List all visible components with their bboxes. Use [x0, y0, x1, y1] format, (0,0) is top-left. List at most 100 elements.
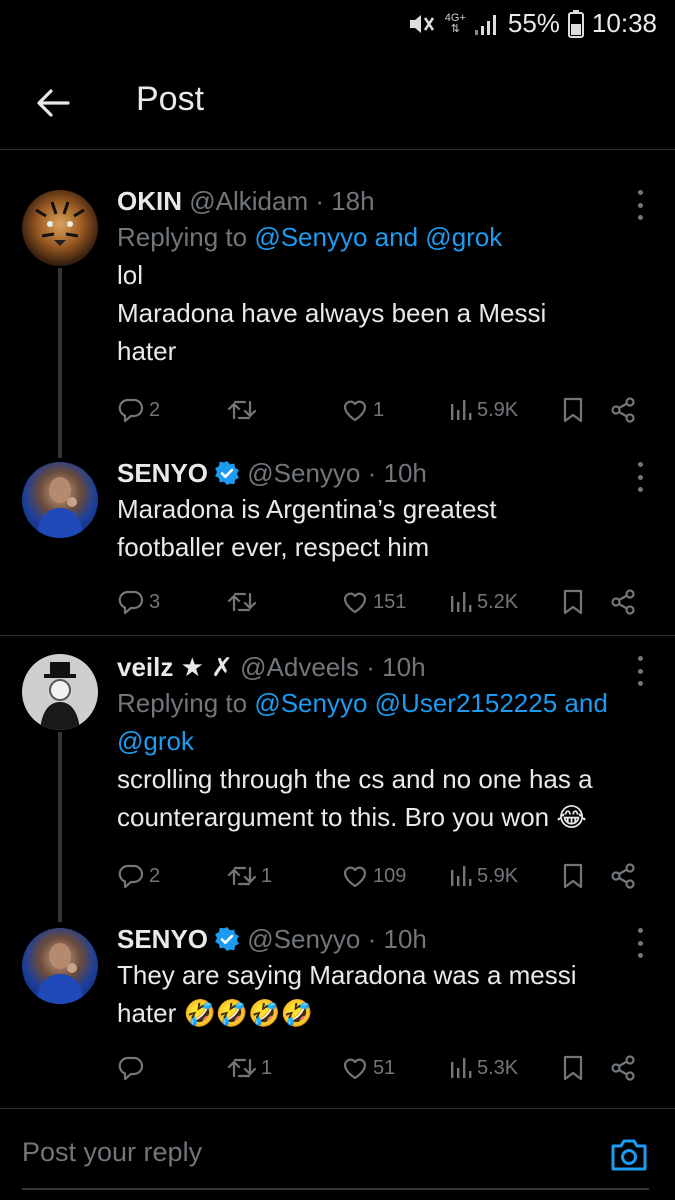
replying-to: Replying to @Senyyo @User2152225 and @gr…: [117, 688, 608, 756]
bookmark-icon: [561, 396, 585, 424]
like-button[interactable]: 51: [341, 1050, 395, 1086]
share-icon: [609, 396, 637, 424]
share-button[interactable]: [609, 858, 637, 894]
views-icon: [449, 588, 473, 616]
repost-icon: [227, 862, 257, 890]
like-icon: [341, 396, 369, 424]
user-handle[interactable]: @Alkidam: [189, 186, 308, 216]
display-name[interactable]: SENYO: [117, 924, 208, 954]
repost-icon: [227, 396, 257, 424]
reply-button[interactable]: [117, 1050, 149, 1086]
back-button[interactable]: [30, 80, 76, 126]
bookmark-button[interactable]: [561, 584, 585, 620]
camera-icon: [611, 1139, 647, 1171]
user-handle[interactable]: @Senyyo: [247, 924, 360, 954]
footballer-avatar-image: [36, 477, 84, 538]
reply-icon: [117, 588, 145, 616]
share-button[interactable]: [609, 392, 637, 428]
input-underline: [22, 1188, 649, 1190]
share-icon: [609, 1054, 637, 1082]
top-app-bar: Post: [0, 60, 675, 150]
timestamp: · 10h: [367, 924, 427, 954]
back-arrow-icon: [37, 89, 70, 117]
reply-input[interactable]: Post your reply: [22, 1137, 202, 1168]
display-name[interactable]: veilz ★ ✗: [117, 652, 233, 682]
share-button[interactable]: [609, 584, 637, 620]
page-title: Post: [136, 80, 205, 118]
bookmark-icon: [561, 862, 585, 890]
user-handle[interactable]: @Senyyo: [247, 458, 360, 488]
mention-link[interactable]: @grok: [425, 222, 502, 252]
replying-to: Replying to @Senyyo and @grok: [117, 222, 503, 252]
bookmark-icon: [561, 588, 585, 616]
like-icon: [341, 1054, 369, 1082]
repost-icon: [227, 1054, 257, 1082]
timestamp: · 10h: [367, 458, 427, 488]
bookmark-button[interactable]: [561, 392, 585, 428]
reply-button[interactable]: 2: [117, 392, 160, 428]
views-icon: [449, 862, 473, 890]
bookmark-icon: [561, 1054, 585, 1082]
views-button[interactable]: 5.3K: [449, 1050, 518, 1086]
reply-icon: [117, 862, 145, 890]
tweet-text: Maradona is Argentina’s greatest footbal…: [117, 494, 497, 562]
tweet-actions: 2 1 5.9K: [117, 392, 647, 428]
display-name[interactable]: OKIN: [117, 186, 182, 216]
tweet-text: scrolling through the cs and no one has …: [117, 764, 593, 832]
tweet-actions: 2 1 109 5.9K: [117, 858, 647, 894]
divider: [0, 635, 675, 636]
signal-icon: [474, 12, 500, 36]
status-bar: 4G+ ⇅ 55% 10:38: [0, 0, 675, 48]
share-button[interactable]: [609, 1050, 637, 1086]
share-icon: [609, 588, 637, 616]
verified-icon: [214, 460, 240, 486]
tiger-avatar-image: [35, 201, 85, 246]
mute-icon: [407, 11, 437, 37]
reply-button[interactable]: 2: [117, 858, 160, 894]
display-name[interactable]: SENYO: [117, 458, 208, 488]
repost-button[interactable]: 1: [227, 1050, 272, 1086]
repost-button[interactable]: [227, 584, 261, 620]
bookmark-button[interactable]: [561, 858, 585, 894]
mention-link[interactable]: @Senyyo: [254, 222, 367, 252]
verified-icon: [214, 926, 240, 952]
reply-icon: [117, 1054, 145, 1082]
battery-percent: 55%: [507, 8, 560, 38]
reply-composer: Post your reply: [0, 1108, 675, 1200]
avatar[interactable]: [22, 190, 98, 266]
gentleman-avatar-image: [40, 662, 80, 730]
mention-link[interactable]: @grok: [117, 726, 194, 756]
bookmark-button[interactable]: [561, 1050, 585, 1086]
clock: 10:38: [591, 8, 657, 38]
views-icon: [449, 396, 473, 424]
avatar[interactable]: [22, 654, 98, 730]
repost-icon: [227, 588, 257, 616]
avatar[interactable]: [22, 928, 98, 1004]
like-icon: [341, 588, 369, 616]
thread-line: [58, 268, 62, 458]
tweet-text: They are saying Maradona was a messi hat…: [117, 960, 577, 1028]
reply-button[interactable]: 3: [117, 584, 160, 620]
tweet-actions: 3 151 5.2K: [117, 584, 647, 620]
reply-icon: [117, 396, 145, 424]
timestamp: · 10h: [366, 652, 426, 682]
like-button[interactable]: 109: [341, 858, 406, 894]
like-button[interactable]: 1: [341, 392, 384, 428]
avatar[interactable]: [22, 462, 98, 538]
like-icon: [341, 862, 369, 890]
views-button[interactable]: 5.9K: [449, 392, 518, 428]
network-label: 4G+ ⇅: [444, 11, 466, 35]
thread-line: [58, 732, 62, 922]
tweet-actions: 1 51 5.3K: [117, 1050, 647, 1086]
camera-button[interactable]: [609, 1137, 649, 1173]
footballer-avatar-image: [36, 943, 84, 1004]
tweet-text: lol Maradona have always been a Messi ha…: [117, 260, 547, 366]
repost-button[interactable]: 1: [227, 858, 272, 894]
views-icon: [449, 1054, 473, 1082]
like-button[interactable]: 151: [341, 584, 406, 620]
mention-link[interactable]: @Senyyo @User2152225: [254, 688, 557, 718]
views-button[interactable]: 5.9K: [449, 858, 518, 894]
views-button[interactable]: 5.2K: [449, 584, 518, 620]
user-handle[interactable]: @Adveels: [240, 652, 359, 682]
repost-button[interactable]: [227, 392, 261, 428]
